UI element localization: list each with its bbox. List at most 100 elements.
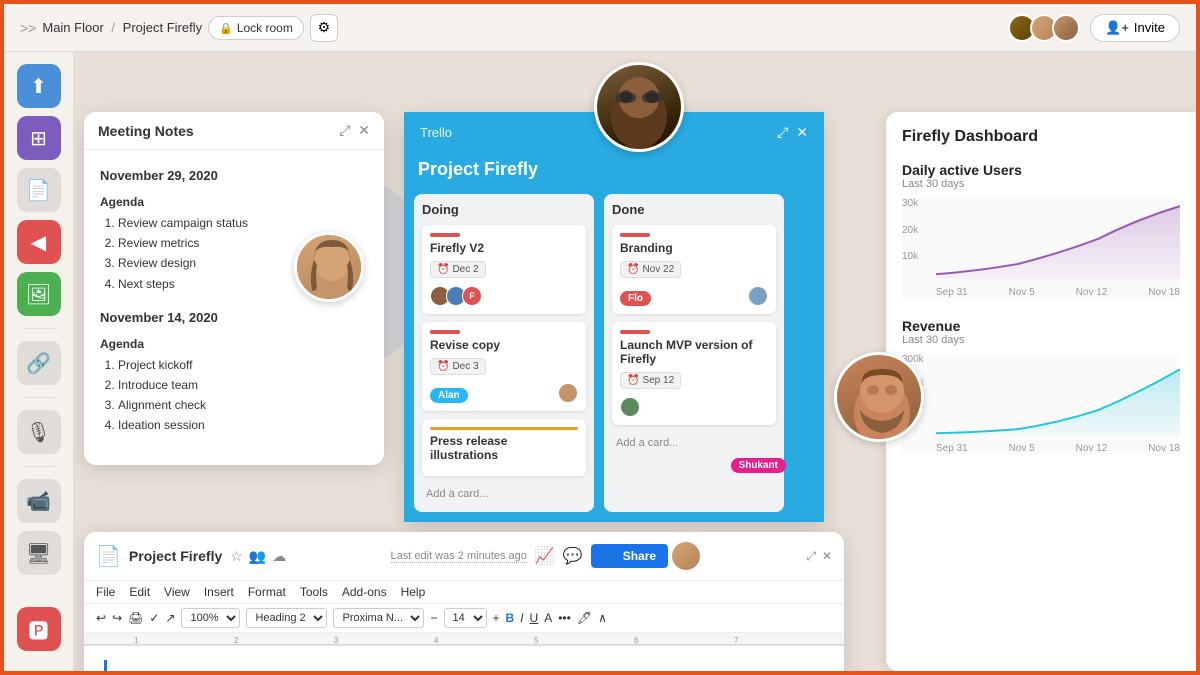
trello-card[interactable]: Firefly V2 ⏰ Dec 2 F (422, 225, 586, 314)
menu-view[interactable]: View (164, 585, 190, 599)
menu-help[interactable]: Help (401, 585, 426, 599)
gdocs-actions: Last edit was 2 minutes ago 📈 💬 👤 Share (391, 540, 703, 572)
menu-addons[interactable]: Add-ons (342, 585, 387, 599)
trello-expand-button[interactable]: ⤢ (777, 124, 788, 141)
trello-window: Trello ⤢ ✕ Project Firefly Doing Firefly… (404, 112, 824, 522)
avatar (558, 383, 578, 403)
close-button[interactable]: ✕ (358, 122, 370, 139)
agenda-item: Alignment check (118, 396, 368, 415)
print-button[interactable]: 🖨 (128, 611, 143, 625)
card-title: Branding (620, 241, 768, 255)
gdocs-title: Project Firefly (129, 548, 222, 564)
nav-chevrons-icon[interactable]: >> (20, 20, 36, 36)
settings-button[interactable]: ⚙ (310, 14, 338, 42)
window-body: November 29, 2020 Agenda Review campaign… (84, 150, 384, 465)
sidebar-item-document[interactable]: 📄 (17, 168, 61, 212)
trello-card[interactable]: Revise copy ⏰ Dec 3 Alan (422, 322, 586, 411)
font-plus[interactable]: + (493, 611, 500, 625)
cloud-icon[interactable]: ☁ (272, 548, 286, 565)
google-docs-window: 📄 Project Firefly ☆ 👥 ☁ Last edit was 2 … (84, 532, 844, 671)
heading-select[interactable]: Heading 2 (246, 608, 327, 628)
cursor-button[interactable]: ↗ (165, 611, 175, 625)
chart-xaxis: Sep 31 Nov 5 Nov 12 Nov 18 (936, 287, 1180, 298)
gdocs-body[interactable] (84, 645, 844, 671)
window-header: Meeting Notes ⤢ ✕ (84, 112, 384, 150)
trello-card[interactable]: Launch MVP version of Firefly ⏰ Sep 12 (612, 322, 776, 425)
redo-button[interactable]: ↪ (112, 611, 122, 625)
menu-tools[interactable]: Tools (300, 585, 328, 599)
agenda-list-2: Project kickoff Introduce team Alignment… (100, 356, 368, 436)
chart-yaxis: 30k 20k 10k (902, 198, 932, 278)
paint-button[interactable]: 🖊 (577, 611, 592, 625)
bold-button[interactable]: B (506, 611, 515, 625)
card-badge: ⏰ Dec 2 (430, 261, 486, 278)
revenue-chart-section: Revenue Last 30 days 300k 200k 100k 0 (902, 318, 1180, 454)
sidebar-item-powerpoint[interactable]: 🅿 (17, 607, 61, 651)
avatar: F (462, 286, 482, 306)
agenda-item: Ideation session (118, 416, 368, 435)
sidebar-item-monitor[interactable]: 🖥 (17, 531, 61, 575)
sidebar-item-image[interactable]: 🖼 (17, 272, 61, 316)
sidebar-item-grid[interactable]: ⊞ (17, 116, 61, 160)
sidebar-item-share[interactable]: ◀ (17, 220, 61, 264)
menu-edit[interactable]: Edit (129, 585, 150, 599)
trello-col-done: Done Branding ⏰ Nov 22 Flo L (604, 194, 784, 512)
users-icon[interactable]: 👥 (249, 548, 266, 565)
avatar-right (834, 352, 924, 442)
svg-text:3: 3 (334, 636, 339, 645)
size-select[interactable]: 14 (444, 608, 487, 628)
svg-text:7: 7 (734, 636, 739, 645)
expand-button[interactable]: ⤢ (806, 549, 816, 564)
trello-project-title: Project Firefly (418, 159, 810, 180)
card-indicator (620, 330, 650, 334)
toolbar-more[interactable]: ∧ (598, 611, 607, 625)
meeting-date-1: November 29, 2020 (100, 166, 368, 187)
gdocs-ruler: 1 2 3 4 5 6 7 (84, 633, 844, 645)
avatar (620, 397, 640, 417)
sidebar-item-mic[interactable]: 🎙 (17, 410, 61, 454)
agenda-item: Introduce team (118, 376, 368, 395)
dau-chart-svg (936, 198, 1180, 279)
sidebar-item-link[interactable]: 🔗 (17, 341, 61, 385)
trello-controls: ⤢ ✕ (777, 124, 808, 141)
trello-app-name: Trello (420, 125, 452, 140)
strikethrough-button[interactable]: A (544, 611, 552, 625)
close-button[interactable]: ✕ (822, 549, 832, 564)
gdocs-toolbar-controls: ☆ 👥 ☁ (230, 548, 286, 565)
italic-button[interactable]: I (520, 611, 523, 625)
card-title: Revise copy (430, 338, 578, 352)
analytics-icon[interactable]: 📈 (535, 546, 555, 566)
star-icon[interactable]: ☆ (230, 548, 243, 565)
trello-card[interactable]: Branding ⏰ Nov 22 Flo (612, 225, 776, 314)
window-controls: ⤢ ✕ (339, 122, 370, 139)
chart-xaxis: Sep 31 Nov 5 Nov 12 Nov 18 (936, 443, 1180, 454)
lockroom-button[interactable]: Lock room (208, 16, 304, 40)
invite-icon: 👤+ (1105, 20, 1129, 36)
underline-button[interactable]: U (530, 611, 539, 625)
expand-button[interactable]: ⤢ (339, 122, 350, 139)
trello-close-button[interactable]: ✕ (796, 124, 808, 141)
font-select[interactable]: Proxima N... (333, 608, 424, 628)
card-indicator (430, 233, 460, 237)
add-card-button[interactable]: Add a card... (422, 484, 586, 504)
undo-button[interactable]: ↩ (96, 611, 106, 625)
share-button[interactable]: 👤 Share (591, 544, 668, 568)
font-minus[interactable]: − (430, 611, 437, 625)
meeting-date-2: November 14, 2020 (100, 308, 368, 329)
more-formatting[interactable]: ••• (558, 611, 571, 625)
zoom-select[interactable]: 100% (181, 608, 240, 628)
add-card-button[interactable]: Add a card... (612, 433, 776, 453)
menu-file[interactable]: File (96, 585, 115, 599)
comment-icon[interactable]: 💬 (563, 546, 583, 566)
card-indicator (430, 330, 460, 334)
sidebar-item-upload[interactable]: ⬆ (17, 64, 61, 108)
lock-icon (219, 21, 233, 35)
last-edit-label: Last edit was 2 minutes ago (391, 550, 527, 563)
trello-card[interactable]: Press release illustrations (422, 419, 586, 476)
menu-insert[interactable]: Insert (204, 585, 234, 599)
spellcheck-button[interactable]: ✓ (149, 611, 159, 625)
sidebar-item-video[interactable]: 📹 (17, 479, 61, 523)
invite-button[interactable]: 👤+ Invite (1090, 14, 1180, 42)
canvas: Meeting Notes ⤢ ✕ November 29, 2020 Agen… (74, 52, 1196, 671)
menu-format[interactable]: Format (248, 585, 286, 599)
